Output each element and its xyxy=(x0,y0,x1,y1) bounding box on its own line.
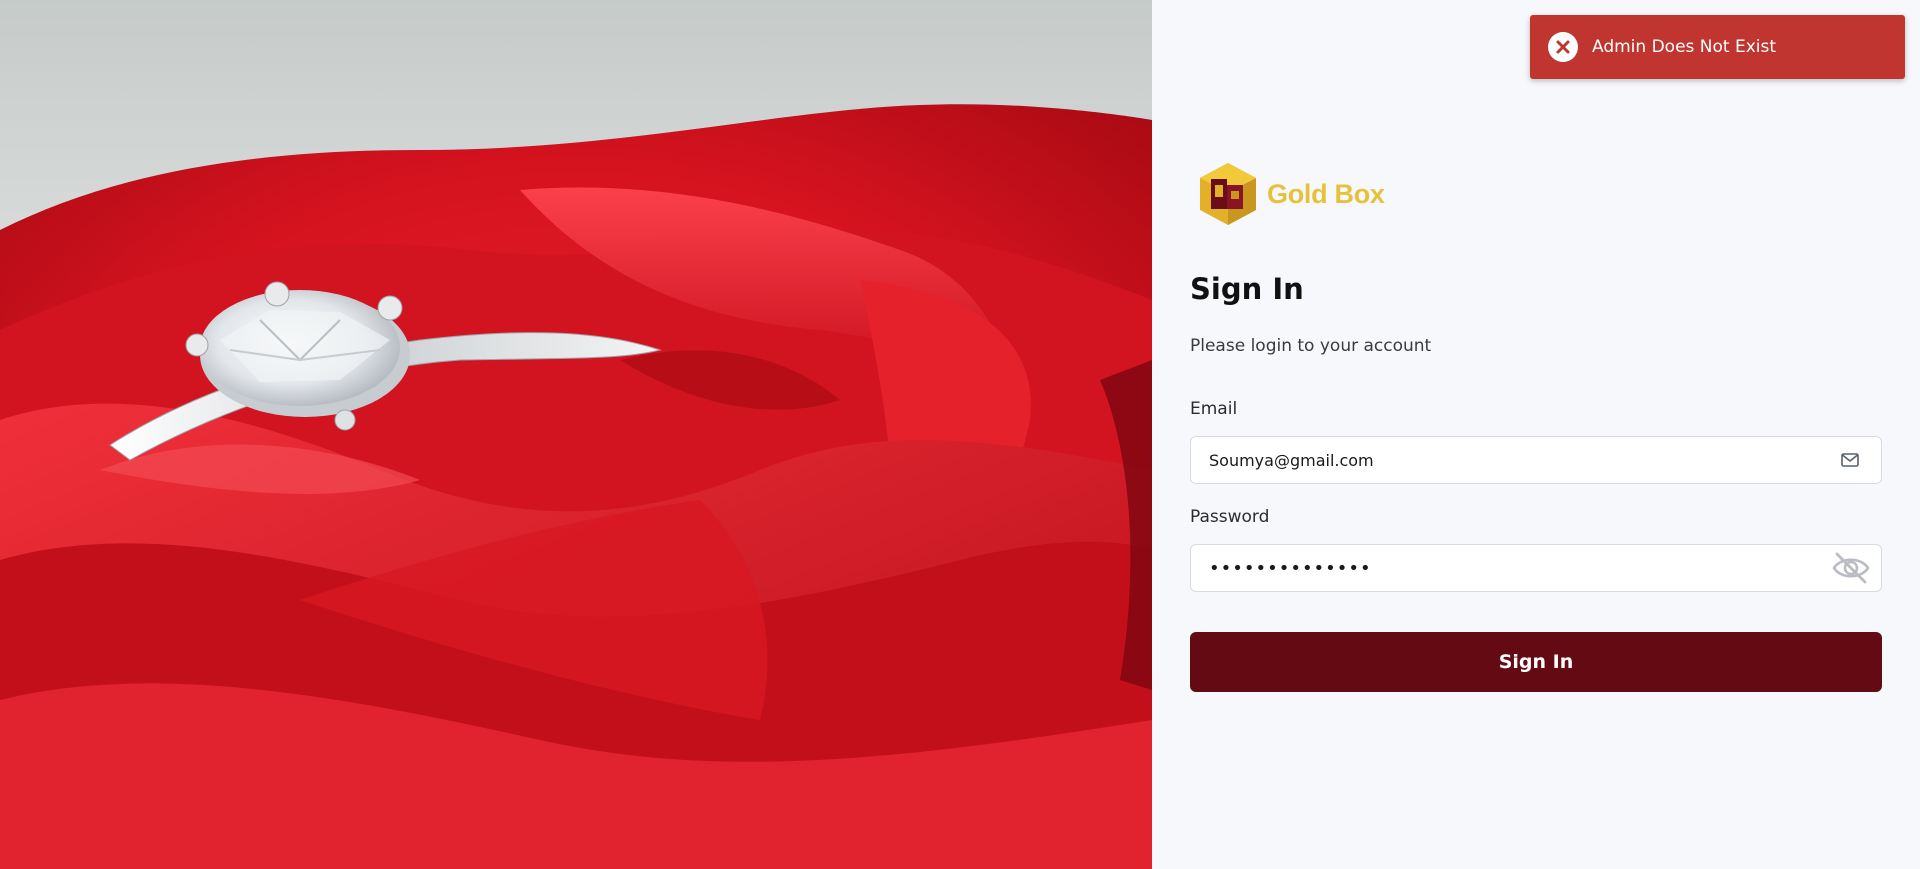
page-title: Sign In xyxy=(1190,272,1304,306)
toast-message: Admin Does Not Exist xyxy=(1592,37,1777,57)
gold-box-logo-icon xyxy=(1200,163,1256,225)
email-label: Email xyxy=(1190,399,1238,419)
error-x-icon xyxy=(1548,32,1578,62)
password-label: Password xyxy=(1190,507,1270,527)
mail-icon xyxy=(1841,451,1859,469)
password-field[interactable] xyxy=(1190,544,1882,592)
email-input[interactable] xyxy=(1209,437,1809,483)
email-field[interactable] xyxy=(1190,436,1882,484)
brand[interactable]: Gold Box xyxy=(1197,161,1385,227)
page-subtitle: Please login to your account xyxy=(1190,336,1432,356)
brand-name: Gold Box xyxy=(1267,178,1385,209)
eye-off-icon[interactable] xyxy=(1831,551,1871,585)
hero-image xyxy=(0,0,1152,869)
login-panel: Gold Box Sign In Please login to your ac… xyxy=(1152,0,1920,869)
sign-in-button[interactable]: Sign In xyxy=(1190,632,1882,692)
password-input[interactable] xyxy=(1209,545,1809,591)
ring-on-rose-illustration xyxy=(0,0,1152,869)
error-toast[interactable]: Admin Does Not Exist xyxy=(1530,15,1905,79)
